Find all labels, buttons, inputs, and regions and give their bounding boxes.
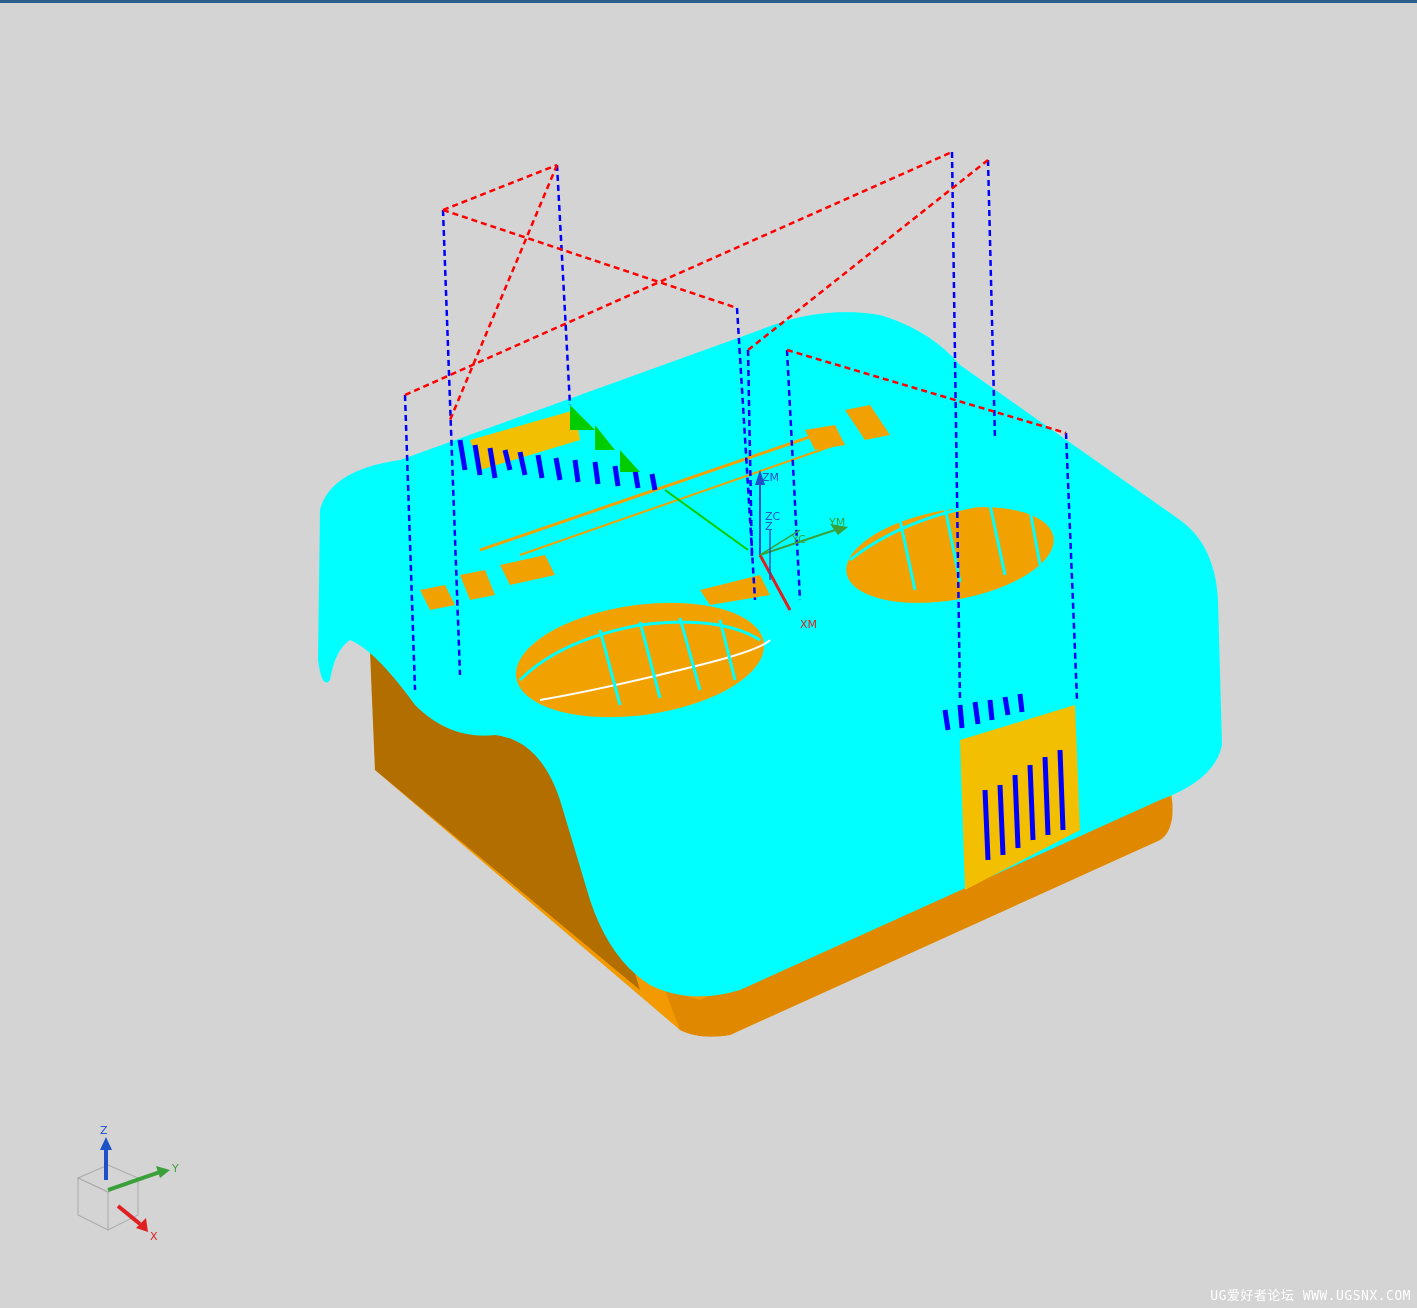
wcs-z-label: Z <box>765 520 773 533</box>
forum-watermark: UG爱好者论坛 WWW.UGSNX.COM <box>1210 1289 1411 1304</box>
graphics-viewport[interactable]: ZM ZC Z YC YM XM Z Y X <box>0 0 1417 1308</box>
triad-y-label: Y <box>171 1162 179 1175</box>
wcs-xm-label: XM <box>800 618 817 631</box>
triad-x-axis <box>116 1204 142 1226</box>
wcs-yc-label: YC <box>791 533 806 546</box>
triad-z-label: Z <box>100 1124 108 1137</box>
view-triad[interactable]: Z Y X <box>76 1124 179 1243</box>
triad-y-axis <box>107 1170 161 1192</box>
cyan-surface[interactable] <box>318 312 1222 997</box>
wcs-zm-label: ZM <box>762 471 779 484</box>
wcs-ym-label: YM <box>828 516 845 529</box>
triad-x-label: X <box>150 1230 158 1243</box>
